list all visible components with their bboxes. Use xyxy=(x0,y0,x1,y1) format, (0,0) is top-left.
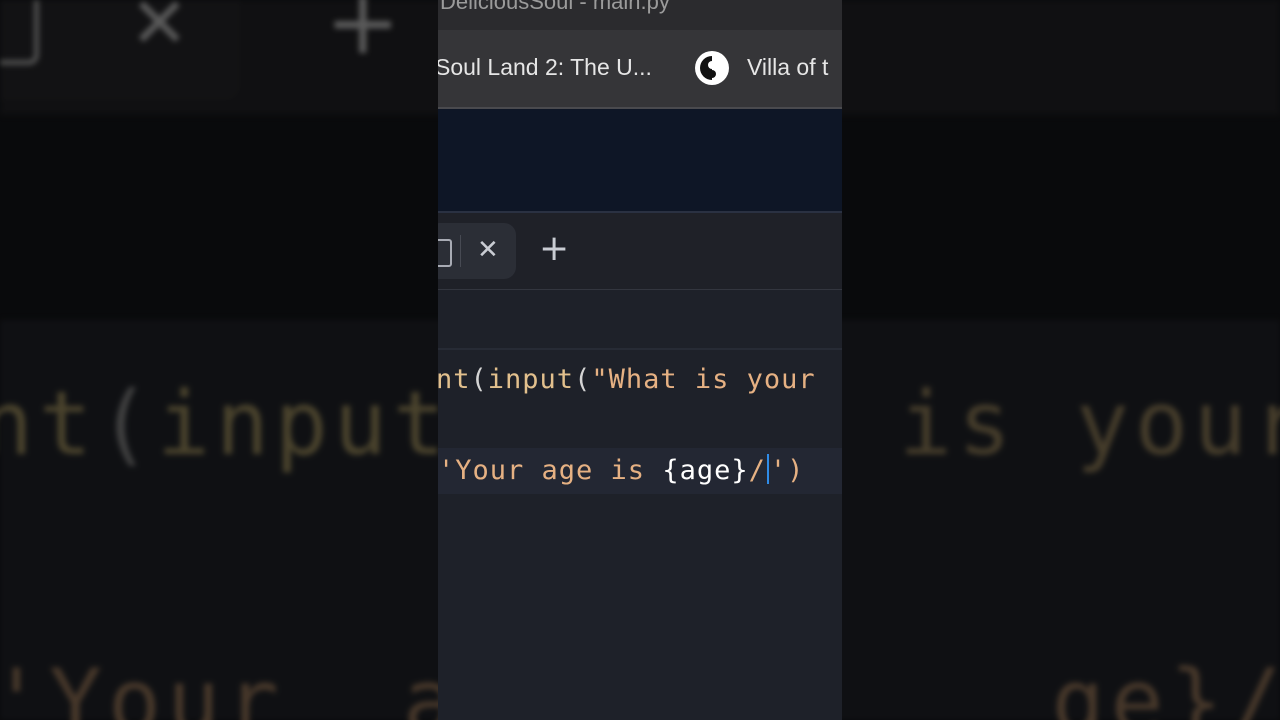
editor-tab-bar: ✕ + xyxy=(438,213,842,290)
code-line[interactable]: 'Your age is {age}/') xyxy=(438,454,804,486)
text-cursor xyxy=(766,454,769,484)
plus-icon[interactable]: + xyxy=(539,231,569,267)
file-icon xyxy=(438,239,452,267)
close-icon[interactable]: ✕ xyxy=(477,237,499,263)
line-separator xyxy=(438,348,842,350)
window-titlebar: DeliciousSoul - main.py xyxy=(438,0,842,30)
code-editor[interactable]: nt(input("What is your 'Your age is {age… xyxy=(438,290,842,720)
bookmarks-bar: Soul Land 2: The U... Villa of t xyxy=(438,30,842,109)
tab-divider xyxy=(460,235,461,267)
screen-panel: DeliciousSoul - main.py Soul Land 2: The… xyxy=(438,0,842,720)
window-title: DeliciousSoul - main.py xyxy=(440,0,670,14)
yin-yang-icon[interactable] xyxy=(695,51,729,85)
code-line[interactable]: nt(input("What is your xyxy=(438,364,816,395)
bookmark-item[interactable]: Soul Land 2: The U... xyxy=(438,54,652,81)
page-header xyxy=(438,109,842,213)
bookmark-item[interactable]: Villa of t xyxy=(747,54,828,81)
